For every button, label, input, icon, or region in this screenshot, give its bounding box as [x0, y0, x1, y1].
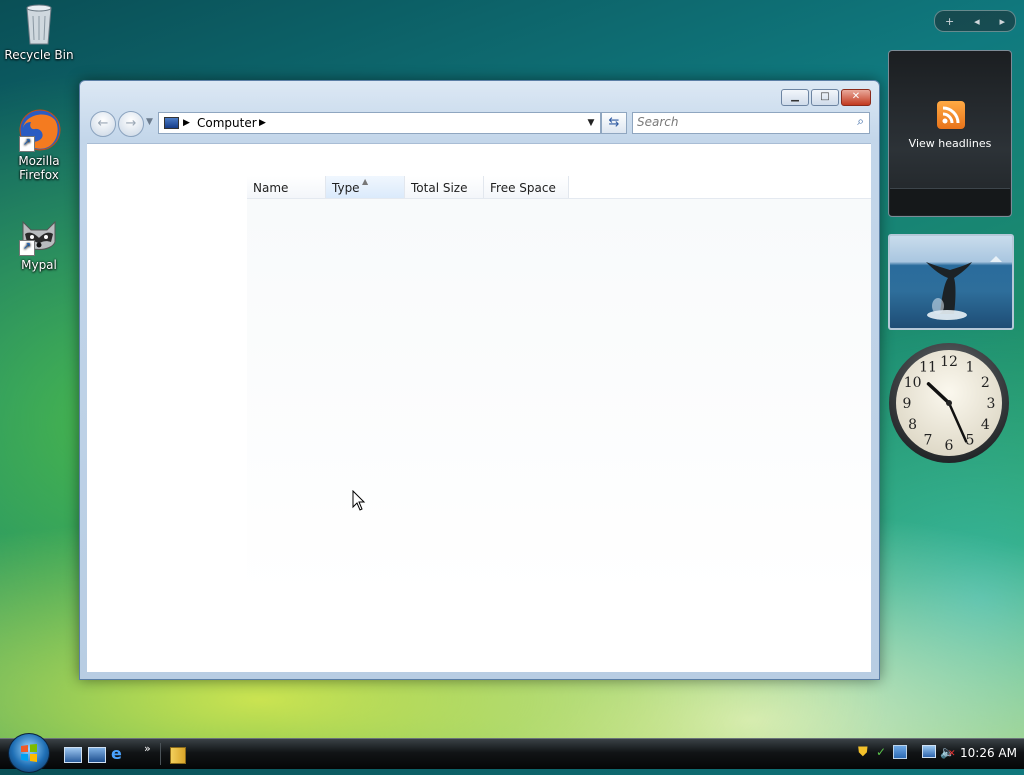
window-controls: ▁ □ ✕: [781, 89, 871, 106]
shortcut-arrow-icon: ↗: [19, 240, 35, 256]
shortcut-arrow-icon: ↗: [19, 136, 35, 152]
back-arrow-icon: ←: [97, 116, 109, 131]
breadcrumb-separator-icon[interactable]: ▶: [183, 118, 190, 128]
rss-feed-icon: [937, 101, 965, 129]
start-button[interactable]: [8, 733, 50, 773]
forward-arrow-icon: →: [125, 116, 137, 131]
quick-launch-more-icon[interactable]: »: [144, 742, 160, 756]
clock-gadget[interactable]: 12 1 2 3 4 5 6 7 8 9 10 11: [888, 342, 1010, 464]
feed-headlines-gadget[interactable]: View headlines: [888, 50, 1012, 217]
breadcrumb-chevron-icon[interactable]: ▶: [259, 118, 266, 128]
clock-number: 6: [945, 438, 954, 454]
column-header-type[interactable]: ▲ Type: [326, 176, 405, 198]
windows-logo-icon: [21, 744, 37, 762]
firefox-icon: ↗: [17, 108, 61, 152]
clock-number: 4: [981, 417, 990, 433]
forward-button[interactable]: →: [118, 111, 144, 137]
view-headlines-label[interactable]: View headlines: [889, 137, 1011, 150]
feed-gadget-footer: [890, 188, 1010, 215]
clock-number: 8: [908, 417, 917, 433]
clock-number: 12: [940, 354, 958, 370]
clock-number: 9: [903, 396, 912, 412]
recent-pages-dropdown[interactable]: ▼: [146, 117, 153, 127]
switch-windows-icon[interactable]: [88, 747, 106, 763]
address-dropdown-icon[interactable]: ▼: [584, 113, 598, 133]
column-header-free-space[interactable]: Free Space: [484, 176, 569, 198]
maximize-button[interactable]: □: [811, 89, 839, 106]
column-headers: Name ▲ Type Total Size Free Space: [247, 176, 569, 198]
volume-muted-icon[interactable]: 🔈 ✕: [940, 745, 956, 759]
desktop-icon-mypal[interactable]: ↗ Mypal: [0, 212, 78, 272]
taskbar: e » ⛊ ✓ 🔈 ✕ 10:26 AM: [0, 733, 1024, 773]
minimize-button[interactable]: ▁: [781, 89, 809, 106]
mypal-raccoon-icon: ↗: [17, 212, 61, 256]
taskbar-separator: [160, 743, 161, 765]
sort-ascending-icon: ▲: [362, 177, 369, 186]
desktop-icon-recycle-bin[interactable]: Recycle Bin: [0, 2, 78, 62]
add-gadget-icon[interactable]: +: [945, 15, 954, 28]
address-bar[interactable]: ▶ Computer ▶ ▼: [158, 112, 601, 134]
desktop-icon-mozilla-firefox[interactable]: ↗ Mozilla Firefox: [0, 108, 78, 182]
internet-explorer-icon[interactable]: e: [111, 746, 127, 762]
column-header-total-size[interactable]: Total Size: [405, 176, 484, 198]
breadcrumb-computer[interactable]: Computer: [197, 116, 257, 130]
search-box[interactable]: ⌕: [632, 112, 870, 134]
next-gadgets-icon[interactable]: ▸: [1000, 15, 1006, 28]
slideshow-gadget[interactable]: [888, 234, 1014, 330]
security-shield-icon[interactable]: ⛊: [858, 745, 872, 760]
clock-number: 3: [987, 396, 996, 412]
recycle-bin-icon: [17, 2, 61, 46]
desktop-icon-label: Mozilla Firefox: [18, 154, 60, 182]
search-input[interactable]: [633, 113, 837, 131]
column-header-name[interactable]: Name: [247, 176, 326, 198]
refresh-button[interactable]: ⇆: [601, 112, 627, 134]
mouse-cursor-icon: [352, 490, 366, 511]
desktop-icon-label: Recycle Bin: [4, 48, 74, 62]
analog-clock: 12 1234567891011: [889, 343, 1009, 463]
empty-list-area[interactable]: [247, 199, 871, 599]
sidebar-gadget-controls: + ◂ ▸: [934, 10, 1016, 32]
previous-gadgets-icon[interactable]: ◂: [974, 15, 980, 28]
explorer-window[interactable]: ▁ □ ✕ ← → ▼ ▶ Computer ▶ ▼ ⇆ ⌕ Name ▲Typ…: [79, 80, 880, 680]
search-icon[interactable]: ⌕: [857, 114, 864, 129]
action-center-icon[interactable]: [893, 745, 907, 759]
clock-number: 7: [924, 432, 933, 448]
back-button[interactable]: ←: [90, 111, 116, 137]
network-icon[interactable]: [922, 745, 936, 758]
windows-update-icon[interactable]: ✓: [876, 745, 890, 759]
whale-tail-image: [926, 256, 1002, 320]
clock-number: 10: [904, 375, 922, 391]
file-list-pane[interactable]: Name ▲ Type Total Size Free Space: [87, 143, 871, 672]
explorer-taskbar-button-icon[interactable]: [170, 747, 186, 764]
desktop-icon-label: Mypal: [21, 258, 57, 272]
computer-icon: [164, 117, 179, 129]
clock-time[interactable]: 10:26 AM: [960, 746, 1017, 760]
show-desktop-icon[interactable]: [64, 747, 82, 763]
close-button[interactable]: ✕: [841, 89, 871, 106]
clock-number: 2: [981, 375, 990, 391]
clock-number: 11: [919, 360, 937, 376]
refresh-icon: ⇆: [608, 115, 620, 130]
clock-number: 1: [966, 360, 975, 376]
